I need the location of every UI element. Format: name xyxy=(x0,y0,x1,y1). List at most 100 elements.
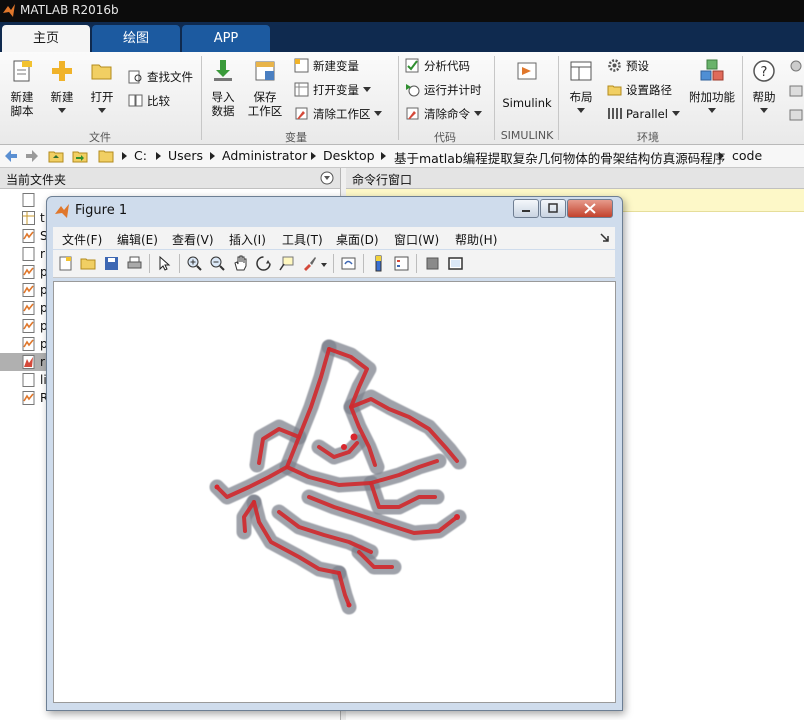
show-plot-tools-icon[interactable] xyxy=(447,255,464,272)
clear-commands-button[interactable]: 清除命令 xyxy=(405,105,482,123)
open-variable-button[interactable]: 打开变量 xyxy=(294,81,371,99)
figure-file-icon xyxy=(22,211,35,225)
set-path-button[interactable]: 设置路径 xyxy=(607,81,672,99)
close-button[interactable] xyxy=(567,199,613,218)
help-button[interactable]: ? 帮助 xyxy=(746,58,782,118)
menu-edit[interactable]: 编辑(E) xyxy=(117,231,158,248)
dock-arrow-icon[interactable] xyxy=(600,233,610,243)
environment-group-label: 环境 xyxy=(637,131,659,144)
file-list-item[interactable]: r xyxy=(40,247,45,261)
clear-workspace-button[interactable]: 清除工作区 xyxy=(294,105,383,123)
run-and-time-button[interactable]: 运行并计时 xyxy=(405,81,482,99)
new-dropdown-arrow-icon xyxy=(58,108,66,113)
save-icon[interactable] xyxy=(103,255,120,272)
minimize-button[interactable] xyxy=(513,199,539,218)
zoom-out-icon[interactable] xyxy=(209,255,226,272)
pointer-icon[interactable] xyxy=(156,255,173,272)
figure-window[interactable]: Figure 1 文件(F) 编辑(E) 查看(V) 插入(I) 工具(T) 桌… xyxy=(46,196,623,711)
new-script-button[interactable]: 新建 脚本 xyxy=(4,58,40,118)
up-folder-icon[interactable] xyxy=(48,148,64,164)
open-icon[interactable] xyxy=(80,255,97,272)
new-figure-icon[interactable] xyxy=(57,255,74,272)
rotate-3d-icon[interactable] xyxy=(255,255,272,272)
simulink-icon xyxy=(517,62,537,80)
simulink-button[interactable]: Simulink xyxy=(500,58,554,110)
menu-desktop[interactable]: 桌面(D) xyxy=(336,231,379,248)
analyze-code-button[interactable]: 分析代码 xyxy=(405,57,470,75)
zoom-in-icon[interactable] xyxy=(186,255,203,272)
community-icons[interactable] xyxy=(788,58,804,138)
addons-button[interactable]: 附加功能 xyxy=(686,58,738,118)
back-arrow-icon[interactable] xyxy=(4,149,18,163)
menu-insert[interactable]: 插入(I) xyxy=(229,231,266,248)
print-icon[interactable] xyxy=(126,255,143,272)
open-dropdown-arrow-icon xyxy=(98,108,106,113)
legend-icon[interactable] xyxy=(393,255,410,272)
open-variable-label: 打开变量 xyxy=(313,83,359,97)
brush-icon[interactable] xyxy=(301,255,318,272)
breadcrumb-separator-icon xyxy=(311,152,316,160)
new-button[interactable]: 新建 xyxy=(44,58,80,118)
compare-button[interactable]: 比较 xyxy=(128,92,170,110)
preferences-button[interactable]: 预设 xyxy=(607,57,649,75)
group-divider xyxy=(558,56,559,140)
tab-apps[interactable]: APP xyxy=(182,25,270,52)
mfile-icon xyxy=(22,229,35,243)
blank-file-icon xyxy=(22,193,35,207)
new-variable-button[interactable]: 新建变量 xyxy=(294,57,359,75)
clear-commands-label: 清除命令 xyxy=(424,107,470,121)
breadcrumb-desktop[interactable]: Desktop xyxy=(323,148,375,163)
pan-icon[interactable] xyxy=(232,255,249,272)
ribbon-toolstrip: 新建 脚本 新建 打开 查找文件 比较 文件 导入 数据 保存 工作区 新建变量 xyxy=(0,52,804,145)
file-list-item[interactable]: r xyxy=(40,355,45,369)
file-list-item[interactable]: t xyxy=(40,211,45,225)
menu-help[interactable]: 帮助(H) xyxy=(455,231,497,248)
layout-button[interactable]: 布局 xyxy=(562,58,600,118)
code-group-label: 代码 xyxy=(434,131,456,144)
maximize-icon xyxy=(548,203,558,213)
mfile-icon xyxy=(22,319,35,333)
panel-options-icon[interactable] xyxy=(320,171,334,185)
addons-dropdown-icon xyxy=(708,108,716,113)
data-cursor-icon[interactable] xyxy=(278,255,295,272)
save-workspace-label: 保存 工作区 xyxy=(247,90,283,118)
save-workspace-button[interactable]: 保存 工作区 xyxy=(244,58,286,118)
parallel-button[interactable]: Parallel xyxy=(607,105,680,123)
layout-icon xyxy=(570,61,592,81)
menu-file[interactable]: 文件(F) xyxy=(62,231,102,248)
hide-plot-tools-icon[interactable] xyxy=(424,255,441,272)
breadcrumb-c-drive[interactable]: C: xyxy=(134,148,147,163)
svg-text:?: ? xyxy=(761,65,768,80)
figure-axes[interactable] xyxy=(53,281,616,703)
colorbar-icon[interactable] xyxy=(370,255,387,272)
mfile-icon xyxy=(22,391,35,405)
breadcrumb-administrator[interactable]: Administrator xyxy=(222,148,307,163)
breadcrumb-separator-icon xyxy=(122,152,127,160)
menu-tools[interactable]: 工具(T) xyxy=(282,231,323,248)
open-button[interactable]: 打开 xyxy=(84,58,120,118)
figure-toolbar xyxy=(53,250,615,278)
menu-window[interactable]: 窗口(W) xyxy=(394,231,439,248)
forward-arrow-icon[interactable] xyxy=(25,149,39,163)
help-label: 帮助 xyxy=(752,90,776,104)
analyze-code-label: 分析代码 xyxy=(424,59,470,73)
link-plot-icon[interactable] xyxy=(340,255,357,272)
browse-folder-icon[interactable] xyxy=(72,148,88,164)
tab-home[interactable]: 主页 xyxy=(2,25,90,52)
minimize-icon xyxy=(522,210,530,212)
maximize-button[interactable] xyxy=(540,199,566,218)
breadcrumb-users[interactable]: Users xyxy=(168,148,203,163)
import-data-button[interactable]: 导入 数据 xyxy=(206,58,240,118)
breadcrumb-project-folder[interactable]: 基于matlab编程提取复杂几何物体的骨架结构仿真源码程序 xyxy=(394,148,725,167)
tab-plots[interactable]: 绘图 xyxy=(92,25,180,52)
help-dropdown-icon xyxy=(760,108,768,113)
find-files-button[interactable]: 查找文件 xyxy=(128,68,193,86)
mfile-icon xyxy=(22,283,35,297)
current-folder-header: 当前文件夹 xyxy=(0,168,340,189)
breadcrumb-code[interactable]: code xyxy=(732,148,762,163)
menu-view[interactable]: 查看(V) xyxy=(172,231,214,248)
mfile-icon xyxy=(22,265,35,279)
clear-workspace-label: 清除工作区 xyxy=(313,107,371,121)
set-path-icon xyxy=(607,85,622,96)
brush-dropdown-icon[interactable] xyxy=(321,263,327,267)
